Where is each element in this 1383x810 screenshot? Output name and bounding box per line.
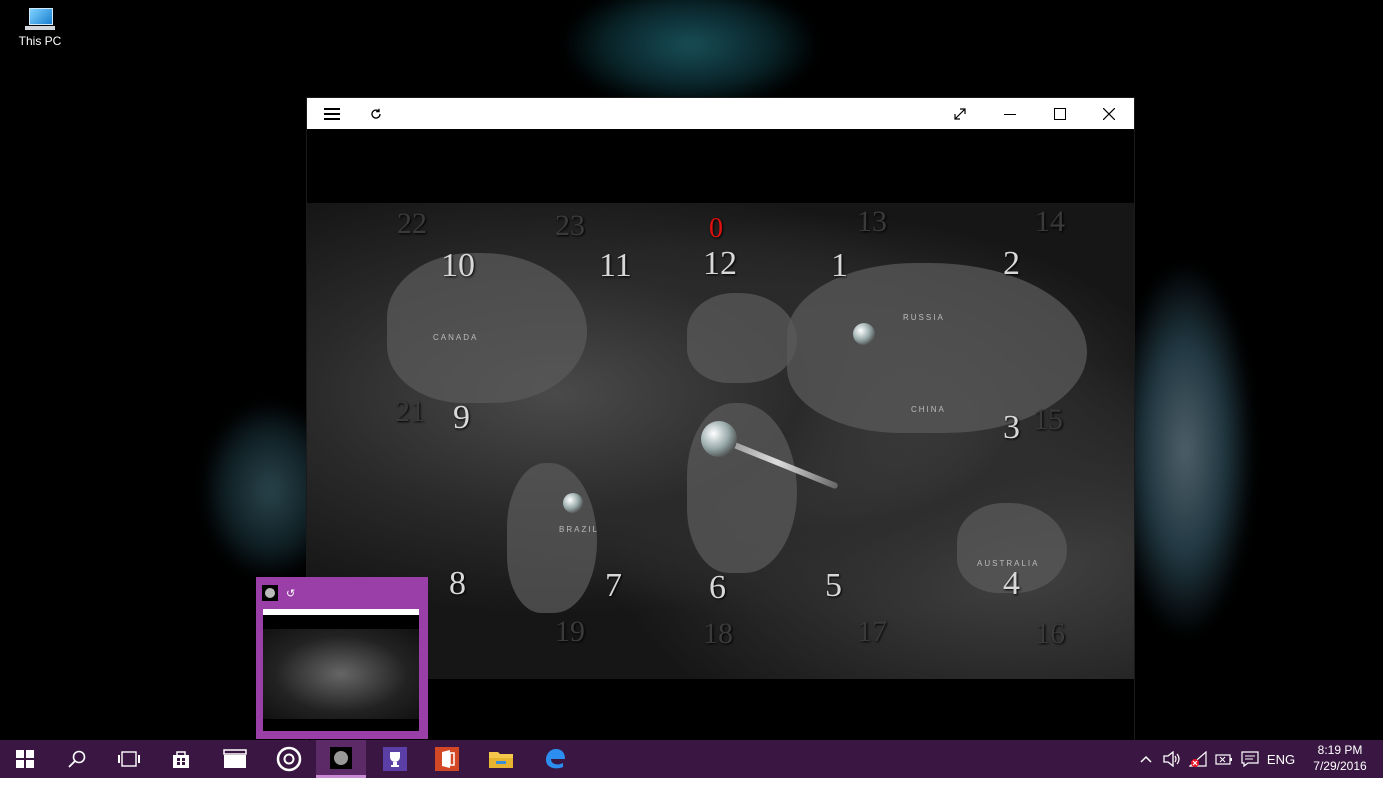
country-label: BRAZIL (559, 525, 600, 534)
hour-label: 22 (397, 207, 427, 240)
hour-label: 6 (709, 569, 726, 606)
hour-label: 1 (831, 247, 848, 284)
bottom-strip (0, 778, 1383, 810)
hour-label: 10 (441, 247, 475, 284)
hour-label: 19 (555, 615, 585, 648)
action-center-icon[interactable] (1238, 740, 1262, 778)
show-hidden-icons-chevron-icon[interactable] (1136, 740, 1156, 778)
volume-icon[interactable] (1160, 740, 1184, 778)
hour-label: 16 (1035, 617, 1065, 650)
country-label: AUSTRALIA (977, 559, 1040, 568)
hour-label: 18 (703, 617, 733, 650)
clock-date: 7/29/2016 (1313, 759, 1367, 773)
trophy-app-icon[interactable] (370, 740, 420, 778)
world-clock-app-icon[interactable] (316, 740, 366, 778)
globe-marker-icon (853, 323, 875, 345)
hour-label: 11 (599, 247, 632, 284)
hour-label: 17 (857, 615, 887, 648)
edge-icon[interactable] (530, 740, 580, 778)
clock-center-icon (701, 421, 737, 457)
country-label: CANADA (433, 333, 479, 342)
clock-time: 8:19 PM (1317, 743, 1363, 757)
movies-tv-icon[interactable] (210, 740, 260, 778)
refresh-icon: ↺ (286, 587, 296, 600)
world-clock-window: 22 23 13 14 0 10 11 12 1 2 21 9 3 15 8 7… (306, 97, 1135, 742)
hour-label: 5 (825, 567, 842, 604)
country-label: RUSSIA (903, 313, 945, 322)
office-icon[interactable] (422, 740, 472, 778)
minimize-icon[interactable] (987, 98, 1033, 129)
desktop-splash-top (560, 0, 820, 110)
desktop-icon-label: This PC (18, 34, 62, 48)
hour-label: 2 (1003, 245, 1020, 282)
hour-label: 14 (1035, 205, 1065, 238)
taskbar: ENG 8:19 PM 7/29/2016 (0, 740, 1383, 778)
task-view-icon[interactable] (104, 740, 154, 778)
hour-label: 15 (1033, 403, 1063, 436)
hour-label: 3 (1003, 409, 1020, 446)
hour-label: 23 (555, 209, 585, 242)
globe-marker-icon (563, 493, 583, 513)
power-icon[interactable] (1212, 740, 1236, 778)
computer-icon (25, 8, 55, 32)
hour-label: 12 (703, 245, 737, 282)
clock[interactable]: 8:19 PM 7/29/2016 (1300, 742, 1380, 774)
hour-label: 4 (1003, 565, 1020, 602)
hour-label: 7 (605, 567, 622, 604)
hour-label: 13 (857, 205, 887, 238)
world-clock-icon (262, 585, 278, 601)
store-icon[interactable] (156, 740, 206, 778)
hour-label: 8 (449, 565, 466, 602)
groove-icon[interactable] (264, 740, 314, 778)
desktop-splash-right (1115, 260, 1255, 640)
windows-start-icon[interactable] (0, 740, 50, 778)
hour-label: 21 (395, 395, 425, 428)
refresh-icon[interactable] (353, 98, 399, 129)
close-icon[interactable] (1086, 98, 1132, 129)
titlebar (307, 98, 1134, 129)
fullscreen-icon[interactable] (937, 98, 983, 129)
file-explorer-icon[interactable] (476, 740, 526, 778)
hour-label: 9 (453, 399, 470, 436)
country-label: CHINA (911, 405, 946, 414)
thumbnail-image (263, 609, 419, 731)
taskbar-thumbnail-preview[interactable]: ↺ (256, 577, 428, 739)
maximize-icon[interactable] (1037, 98, 1083, 129)
desktop-icon-this-pc[interactable]: This PC (12, 8, 68, 48)
search-icon[interactable] (52, 740, 102, 778)
language-indicator[interactable]: ENG (1264, 740, 1298, 778)
network-icon[interactable] (1186, 740, 1210, 778)
hour-label-midnight: 0 (709, 213, 723, 244)
app-content: 22 23 13 14 0 10 11 12 1 2 21 9 3 15 8 7… (307, 129, 1134, 741)
world-map-clock: 22 23 13 14 0 10 11 12 1 2 21 9 3 15 8 7… (307, 203, 1134, 679)
hamburger-menu-icon[interactable] (309, 98, 355, 129)
